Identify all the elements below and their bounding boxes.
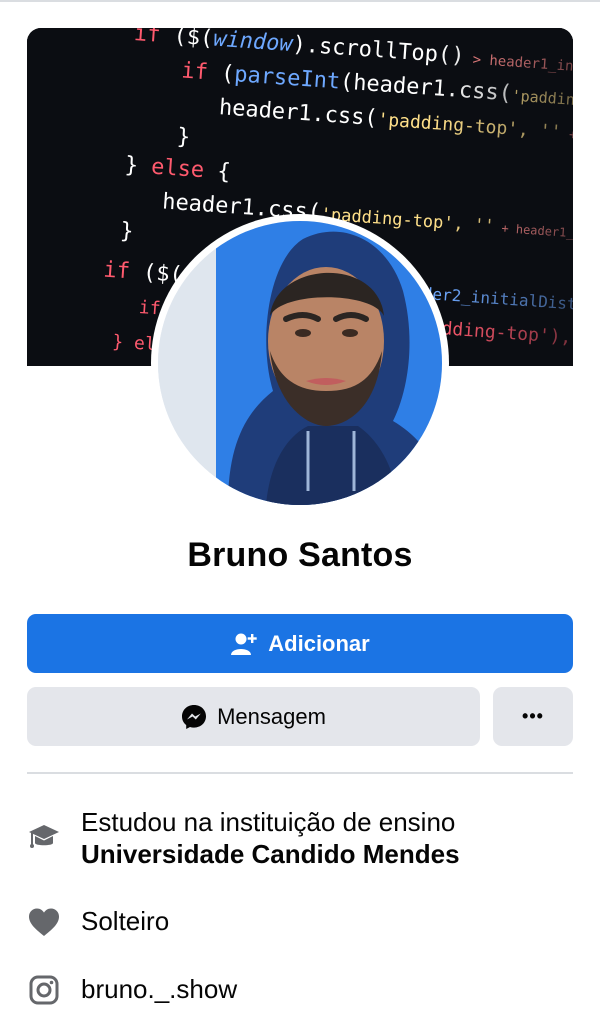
heart-icon [27, 905, 61, 939]
instagram-icon [27, 973, 61, 1007]
add-friend-label: Adicionar [268, 630, 370, 656]
education-school-link[interactable]: Universidade Candido Mendes [81, 838, 460, 870]
relationship-row: Solteiro [27, 905, 573, 939]
message-button[interactable]: Mensagem [27, 687, 480, 746]
messenger-icon [181, 704, 207, 730]
section-divider [27, 772, 573, 774]
top-divider [0, 0, 600, 2]
profile-avatar[interactable] [158, 221, 442, 505]
more-dots-icon: ••• [522, 706, 544, 726]
instagram-handle-link[interactable]: bruno._.show [81, 973, 237, 1005]
education-row: Estudou na instituição de ensino Univers… [27, 806, 573, 870]
education-prefix: Estudou na instituição de ensino [81, 807, 456, 837]
more-options-button[interactable]: ••• [493, 687, 573, 746]
person-add-icon [230, 632, 258, 656]
add-friend-button[interactable]: Adicionar [27, 614, 573, 673]
relationship-status: Solteiro [81, 906, 170, 936]
graduation-cap-icon [27, 820, 61, 854]
instagram-row[interactable]: bruno._.show [27, 973, 573, 1007]
profile-name: Bruno Santos [187, 536, 413, 574]
message-label: Mensagem [217, 703, 326, 729]
